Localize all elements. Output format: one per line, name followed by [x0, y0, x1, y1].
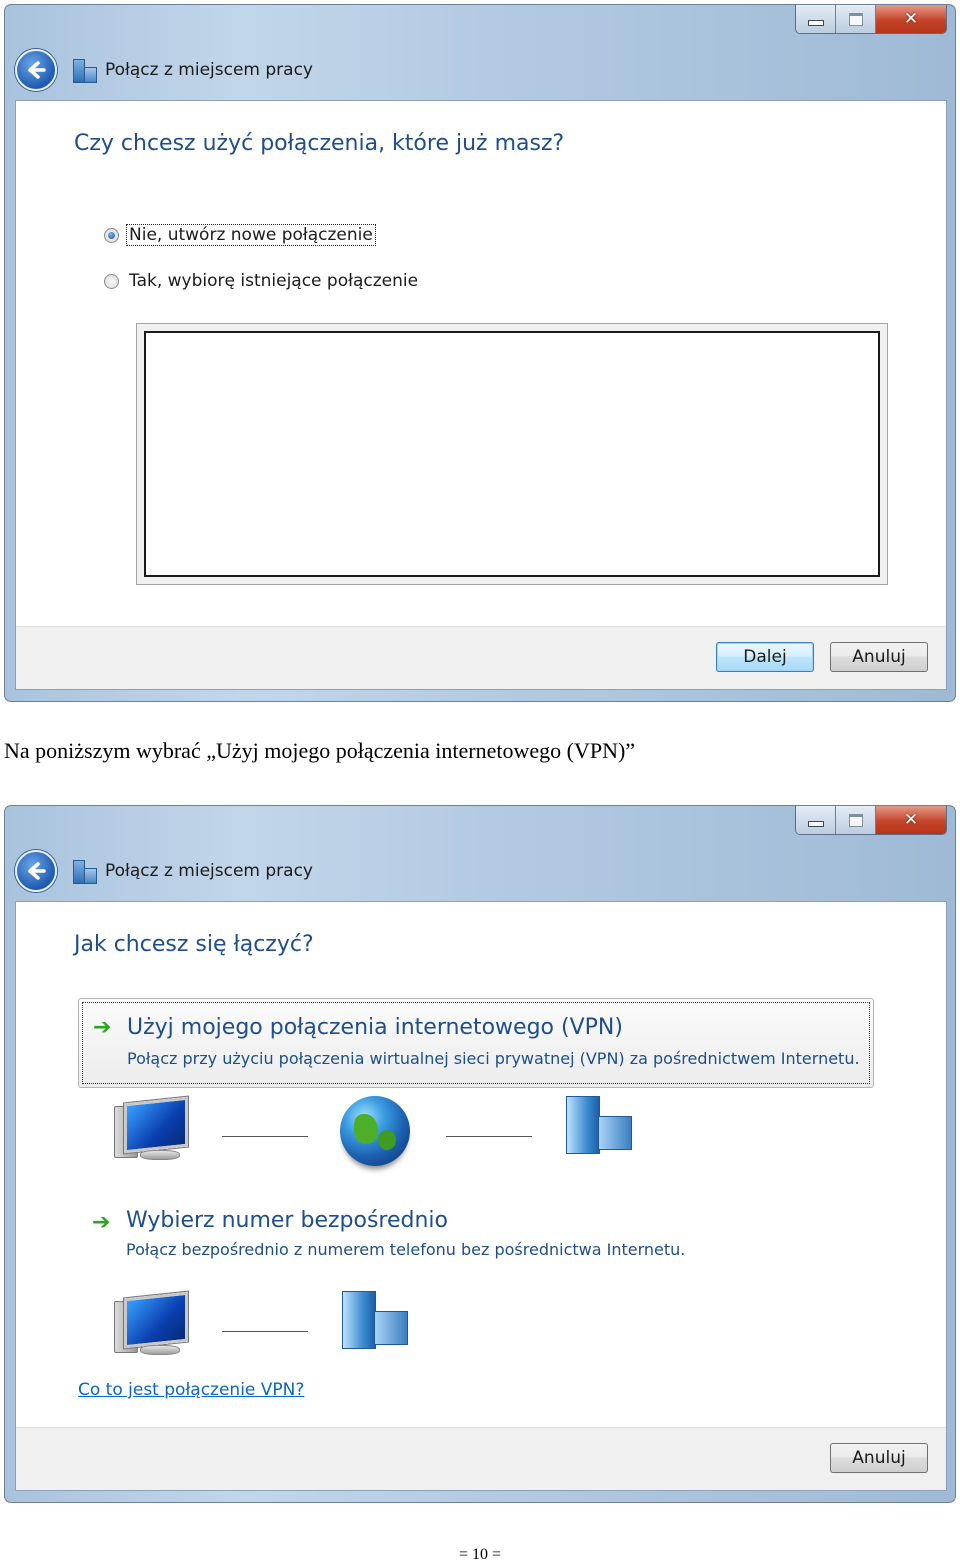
minimize-button[interactable]	[796, 806, 836, 834]
back-button[interactable]	[15, 49, 57, 91]
command-link-description: Połącz bezpośrednio z numerem telefonu b…	[126, 1240, 686, 1259]
command-link-title: Wybierz numer bezpośrednio	[126, 1208, 448, 1233]
connector-line	[222, 1331, 308, 1332]
instruction-caption: Na poniższym wybrać „Użyj mojego połącze…	[4, 738, 636, 763]
close-icon: ✕	[903, 810, 919, 830]
maximize-button[interactable]	[836, 806, 876, 834]
connector-line	[222, 1136, 308, 1137]
radio-label: Tak, wybiorę istniejące połączenie	[129, 271, 419, 291]
what-is-vpn-link[interactable]: Co to jest połączenie VPN?	[78, 1380, 304, 1400]
dial-direct-command-link[interactable]: ➔ Wybierz numer bezpośrednio Połącz bezp…	[78, 1202, 874, 1272]
radio-existing-connection[interactable]: Tak, wybiorę istniejące połączenie	[104, 271, 420, 291]
radio-new-connection[interactable]: Nie, utwórz nowe połączenie	[104, 224, 376, 246]
green-arrow-icon: ➔	[93, 1015, 112, 1040]
next-button[interactable]: Dalej	[716, 642, 814, 672]
back-arrow-icon	[28, 61, 46, 79]
minimize-icon	[807, 821, 824, 827]
green-arrow-icon: ➔	[92, 1210, 111, 1235]
command-area: Dalej Anuluj	[16, 626, 946, 689]
page-number: = 10 =	[458, 1546, 502, 1563]
vpn-command-link[interactable]: ➔ Użyj mojego połączenia internetowego (…	[78, 998, 874, 1088]
back-button[interactable]	[15, 850, 57, 892]
radio-label: Nie, utwórz nowe połączenie	[126, 224, 376, 246]
computer-icon	[112, 1096, 188, 1162]
navigation-bar: Połącz z miejscem pracy	[15, 846, 313, 896]
workplace-network-icon	[71, 858, 97, 884]
wizard-content: Czy chcesz użyć połączenia, które już ma…	[15, 100, 947, 690]
connector-line	[446, 1136, 532, 1137]
command-link-title: Użyj mojego połączenia internetowego (VP…	[127, 1015, 623, 1040]
dial-up-diagram	[112, 1287, 432, 1367]
close-button[interactable]: ✕	[876, 806, 946, 834]
command-link-description: Połącz przy użyciu połączenia wirtualnej…	[127, 1049, 860, 1068]
radio-button[interactable]	[104, 273, 119, 289]
caption-buttons: ✕	[795, 806, 947, 835]
maximize-icon	[848, 12, 863, 26]
window-title: Połącz z miejscem pracy	[105, 861, 313, 881]
workplace-network-icon	[71, 57, 97, 83]
back-arrow-icon	[28, 862, 46, 880]
navigation-bar: Połącz z miejscem pracy	[15, 45, 313, 95]
radio-button-selected[interactable]	[104, 227, 119, 243]
command-area: Anuluj	[16, 1427, 946, 1490]
workplace-building-icon	[338, 1291, 410, 1351]
connect-workplace-window-1: ✕ Połącz z miejscem pracy Czy chcesz uży…	[4, 4, 956, 702]
maximize-icon	[848, 813, 863, 827]
close-icon: ✕	[903, 9, 919, 29]
connect-workplace-window-2: ✕ Połącz z miejscem pracy Jak chcesz się…	[4, 805, 956, 1503]
main-instruction: Czy chcesz użyć połączenia, które już ma…	[74, 131, 565, 156]
wizard-content: Jak chcesz się łączyć? ➔ Użyj mojego poł…	[15, 901, 947, 1491]
close-button[interactable]: ✕	[876, 5, 946, 33]
internet-globe-icon	[340, 1096, 410, 1166]
connections-list[interactable]	[136, 323, 888, 585]
workplace-building-icon	[562, 1096, 634, 1156]
main-instruction: Jak chcesz się łączyć?	[74, 932, 314, 957]
computer-icon	[112, 1291, 188, 1357]
vpn-diagram	[112, 1092, 652, 1172]
minimize-button[interactable]	[796, 5, 836, 33]
maximize-button[interactable]	[836, 5, 876, 33]
cancel-button[interactable]: Anuluj	[830, 642, 928, 672]
minimize-icon	[807, 20, 824, 26]
caption-buttons: ✕	[795, 5, 947, 34]
window-title: Połącz z miejscem pracy	[105, 60, 313, 80]
cancel-button[interactable]: Anuluj	[830, 1443, 928, 1473]
